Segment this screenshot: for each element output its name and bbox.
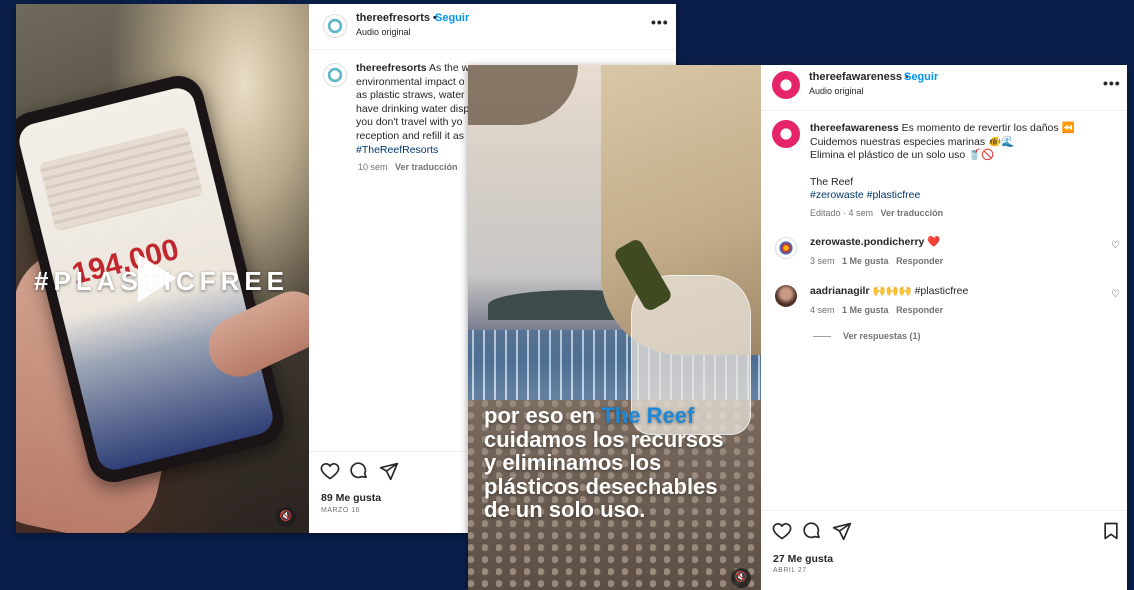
hashtag-link[interactable]: #TheReefResorts [356,144,484,158]
caption-line: Elimina el plástico de un solo uso 🥤🚫 [810,149,995,162]
comment-text: aadrianagilr 🙌🙌🙌 #plasticfree [810,285,968,299]
caption-line: Es momento de revertir los daños ⏪ [901,122,1075,134]
caption-line: As the w [428,62,470,74]
comment-body: ❤️ [927,236,941,248]
post-meta: Editado · 4 sem Ver traducción [810,208,943,218]
caption-avatar[interactable] [772,120,800,148]
heart-icon[interactable] [772,521,792,541]
post-caption: thereefresorts As the w environmental im… [356,62,484,157]
likes-count[interactable]: 89 Me gusta [321,492,381,504]
post1-video[interactable]: 194,000 #PLASTICFREE 🔇 [16,4,309,533]
audio-label[interactable]: Audio original [809,86,864,96]
post-date: ABRIL 27 [773,567,807,574]
video-overlay-text: por eso en The Reef cuidamos los recurso… [484,404,724,522]
comment-heart-icon[interactable]: ♡ [1111,240,1120,251]
bookmark-icon[interactable] [1101,521,1121,541]
post-date: MARZO 16 [321,507,361,514]
heart-icon[interactable] [320,461,340,481]
comment-likes[interactable]: 1 Me gusta [842,305,889,315]
translate-link[interactable]: Ver traducción [881,208,944,218]
share-icon[interactable] [832,521,852,541]
comment-heart-icon[interactable]: ♡ [1111,289,1120,300]
caption-line: Cuidemos nuestras especies marinas 🐠🌊 [810,135,1015,148]
more-options-icon[interactable]: ••• [651,14,669,30]
avatar[interactable] [772,71,800,99]
mute-icon[interactable]: 🔇 [276,507,296,527]
post-username[interactable]: thereefawareness • [809,71,909,83]
caption-line: The Reef [810,175,854,188]
avatar[interactable] [323,14,347,38]
time-ago: 10 sem [358,162,388,172]
follow-button[interactable]: Seguir [435,12,469,24]
comment-meta: 3 sem 1 Me gusta Responder [810,256,943,266]
comment-body: 🙌🙌🙌 #plasticfree [872,285,969,297]
username-text[interactable]: thereefresorts [356,12,430,24]
comment-meta: 4 sem 1 Me gusta Responder [810,305,943,315]
caption-avatar[interactable] [323,63,347,87]
post2-header: thereefawareness • Seguir Audio original… [761,65,1127,111]
caption-line: environmental impact o [356,75,465,88]
follow-button[interactable]: Seguir [904,71,938,83]
comment-time: 4 sem [810,305,835,315]
overlay-text-highlight: The Reef [601,403,695,428]
replies-divider [813,336,831,337]
play-icon[interactable] [138,254,176,302]
overlay-text-start: por eso en [484,403,602,428]
hair-image [468,65,578,125]
comment-time: 3 sem [810,256,835,266]
comment-likes[interactable]: 1 Me gusta [842,256,889,266]
translate-link[interactable]: Ver traducción [395,162,458,172]
hashtag-link[interactable]: #zerowaste #plasticfree [810,189,1110,203]
reply-button[interactable]: Responder [896,305,943,315]
comment-icon[interactable] [802,521,822,541]
post2-video[interactable]: por eso en The Reef cuidamos los recurso… [468,65,761,590]
caption-line: as plastic straws, water b [356,89,474,102]
comment-text: zerowaste.pondicherry ❤️ [810,236,940,250]
post-thereefawareness: por eso en The Reef cuidamos los recurso… [468,65,1127,590]
post2-sidebar: thereefawareness • Seguir Audio original… [761,65,1127,590]
caption-username[interactable]: thereefawareness [810,122,899,134]
comment-username[interactable]: aadrianagilr [810,285,870,297]
phone-screen-text-block [38,126,204,232]
post-caption: thereefawareness Es momento de revertir … [810,122,1110,203]
mute-icon[interactable]: 🔇 [731,568,751,588]
view-replies-link[interactable]: Ver respuestas (1) [843,331,921,341]
caption-line: reception and refill it as [356,129,464,142]
edited-time: Editado · 4 sem [810,208,874,218]
comment-username[interactable]: zerowaste.pondicherry [810,236,924,248]
post-meta: 10 sem Ver traducción [358,162,458,172]
username-text[interactable]: thereefawareness [809,71,902,83]
post-username[interactable]: thereefresorts • [356,12,437,24]
caption-username[interactable]: thereefresorts [356,62,427,74]
post2-actions: 27 Me gusta ABRIL 27 [761,510,1127,590]
share-icon[interactable] [379,461,399,481]
comment-icon[interactable] [349,461,369,481]
likes-count[interactable]: 27 Me gusta [773,553,833,565]
comment-avatar[interactable] [775,237,797,259]
post1-header: thereefresorts • Seguir Audio original •… [309,4,676,50]
caption-line: have drinking water disp [356,102,470,115]
audio-label[interactable]: Audio original [356,27,411,37]
more-options-icon[interactable]: ••• [1103,75,1121,91]
caption-line: you don't travel with yo [356,116,463,129]
reply-button[interactable]: Responder [896,256,943,266]
comment-avatar[interactable] [775,285,797,307]
overlay-text-rest: cuidamos los recursos y eliminamos los p… [484,426,724,522]
